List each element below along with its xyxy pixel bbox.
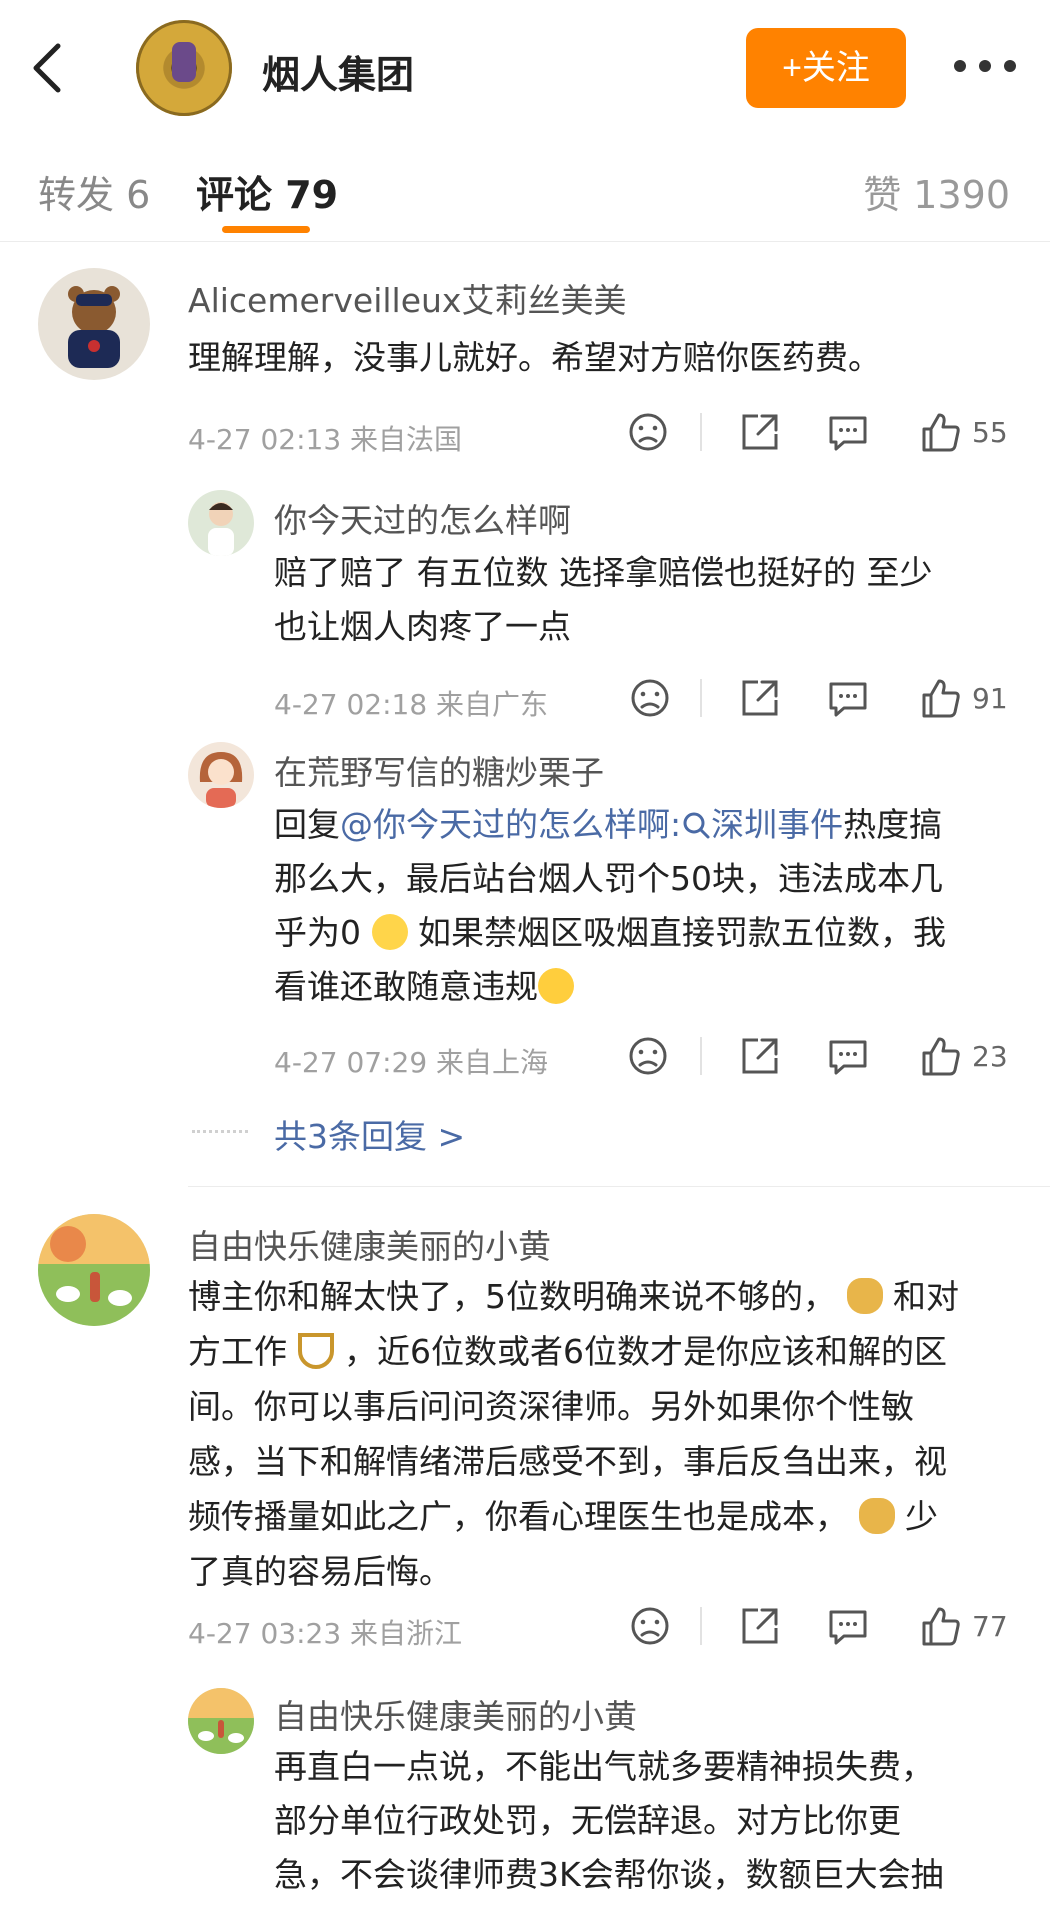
avatar[interactable]: [188, 490, 254, 556]
comment-divider: [188, 1186, 1050, 1187]
avatar[interactable]: [38, 268, 150, 380]
like-icon[interactable]: [918, 1034, 962, 1078]
topic-link[interactable]: 深圳事件: [681, 805, 843, 844]
like-icon[interactable]: [918, 1604, 962, 1648]
comment-text-span: 和对: [893, 1277, 959, 1316]
comment-text: 理解理解，没事儿就好。希望对方赔你医药费。: [188, 338, 881, 377]
reply-text-line: 看谁还敢随意违规: [274, 960, 574, 1014]
like-count: 91: [972, 682, 1008, 715]
comment-text-line: 方工作 ，近6位数或者6位数才是你应该和解的区: [188, 1325, 947, 1379]
reply-meta: 4-27 02:18 来自广东: [274, 688, 549, 721]
account-name[interactable]: 烟人集团: [262, 44, 414, 99]
comment-text-line: 了真的容易后悔。: [188, 1552, 452, 1591]
reply-text-line: 再直白一点说，不能出气就多要精神损失费，: [274, 1747, 934, 1786]
dislike-face-icon[interactable]: [628, 676, 672, 720]
action-separator: [700, 1607, 702, 1645]
comment-text-span: 频传播量如此之广，你看心理医生也是成本，: [188, 1497, 848, 1536]
reply-text-line: 急，不会谈律师费3K会帮你谈，数额巨大会抽: [274, 1855, 944, 1894]
avatar[interactable]: [188, 1688, 254, 1754]
comment-text-span: ，近6位数或者6位数才是你应该和解的区: [344, 1332, 947, 1371]
more-replies-link[interactable]: 共3条回复 >: [274, 1110, 465, 1158]
tab-comments[interactable]: 评论 79: [196, 164, 338, 219]
comment-icon[interactable]: [826, 410, 870, 454]
tab-likes[interactable]: 赞 1390: [863, 164, 1010, 219]
tab-bar: 转发 6 评论 79 赞 1390: [0, 130, 1050, 242]
reply-text-span: 看谁还敢随意违规: [274, 967, 538, 1006]
reply-author[interactable]: 自由快乐健康美丽的小黄: [274, 1690, 637, 1738]
back-arrow-icon[interactable]: [28, 40, 68, 96]
share-icon[interactable]: [738, 410, 782, 454]
like-count: 55: [972, 416, 1008, 449]
hook-emoji: [297, 1332, 334, 1369]
reply-prefix: 回复: [274, 805, 340, 844]
top-bar: 烟人集团 +关注: [0, 0, 1050, 130]
reply-author[interactable]: 你今天过的怎么样啊: [274, 494, 571, 542]
action-separator: [700, 679, 702, 717]
dislike-face-icon[interactable]: [626, 1034, 670, 1078]
search-icon: [683, 812, 710, 839]
comment-icon[interactable]: [826, 1034, 870, 1078]
reply-text-line: 回复@你今天过的怎么样啊: 深圳事件热度搞: [274, 798, 942, 852]
share-icon[interactable]: [738, 1034, 782, 1078]
action-separator: [700, 413, 702, 451]
comment-icon[interactable]: [826, 1604, 870, 1648]
avatar[interactable]: [38, 1214, 150, 1326]
more-icon[interactable]: [950, 46, 1020, 86]
reply-text-span: 热度搞: [843, 805, 943, 844]
comment-meta: 4-27 02:13 来自法国: [188, 423, 463, 456]
comment-text-span: 方工作: [188, 1332, 287, 1371]
reply-text-line: 赔了赔了 有五位数 选择拿赔偿也挺好的 至少: [274, 553, 933, 592]
dislike-face-icon[interactable]: [628, 1604, 672, 1648]
share-icon[interactable]: [738, 1604, 782, 1648]
reply-text-line: 乎为0 如果禁烟区吸烟直接罚款五位数，我: [274, 906, 946, 960]
like-count: 77: [972, 1610, 1008, 1643]
money-bag-emoji: [846, 1277, 883, 1314]
comment-text-line: 间。你可以事后问问资深律师。另外如果你个性敏: [188, 1387, 914, 1426]
avatar[interactable]: [188, 742, 254, 808]
reply-author[interactable]: 在荒野写信的糖炒栗子: [274, 746, 604, 794]
like-count: 23: [972, 1040, 1008, 1073]
topic-text: 深圳事件: [711, 805, 844, 844]
comment-meta: 4-27 03:23 来自浙江: [188, 1617, 463, 1650]
tab-repost[interactable]: 转发 6: [38, 164, 150, 219]
account-avatar[interactable]: [136, 20, 232, 116]
like-icon[interactable]: [918, 410, 962, 454]
reply-text-line: 那么大，最后站台烟人罚个50块，违法成本几: [274, 859, 943, 898]
reply-meta: 4-27 07:29 来自上海: [274, 1046, 549, 1079]
money-bag-emoji: [858, 1497, 895, 1534]
mention-link[interactable]: @你今天过的怎么样啊:: [340, 805, 681, 844]
comment-icon[interactable]: [826, 676, 870, 720]
shrug-emoji: [371, 913, 408, 950]
comment-text-span: 博主你和解太快了，5位数明确来说不够的，: [188, 1277, 836, 1316]
share-icon[interactable]: [738, 676, 782, 720]
more-replies-dots: [192, 1130, 248, 1133]
reply-text-span: 乎为0: [274, 913, 361, 952]
comment-text-span: 少: [905, 1497, 938, 1536]
comment-text-line: 博主你和解太快了，5位数明确来说不够的， 和对: [188, 1270, 959, 1324]
eye-roll-emoji: [538, 967, 574, 1004]
comment-author[interactable]: Alicemerveilleux艾莉丝美美: [188, 274, 626, 322]
dislike-face-icon[interactable]: [626, 410, 670, 454]
action-separator: [700, 1037, 702, 1075]
reply-text-line: 部分单位行政处罚，无偿辞退。对方比你更: [274, 1801, 901, 1840]
comment-text-line: 频传播量如此之广，你看心理医生也是成本， 少: [188, 1490, 938, 1544]
reply-text-span: 如果禁烟区吸烟直接罚款五位数，我: [418, 913, 946, 952]
reply-text-line: 也让烟人肉疼了一点: [274, 607, 571, 646]
follow-button[interactable]: +关注: [746, 28, 906, 108]
like-icon[interactable]: [918, 676, 962, 720]
comment-text-line: 感，当下和解情绪滞后感受不到，事后反刍出来，视: [188, 1442, 947, 1481]
comment-author[interactable]: 自由快乐健康美丽的小黄: [188, 1220, 551, 1268]
active-tab-indicator: [222, 226, 310, 233]
